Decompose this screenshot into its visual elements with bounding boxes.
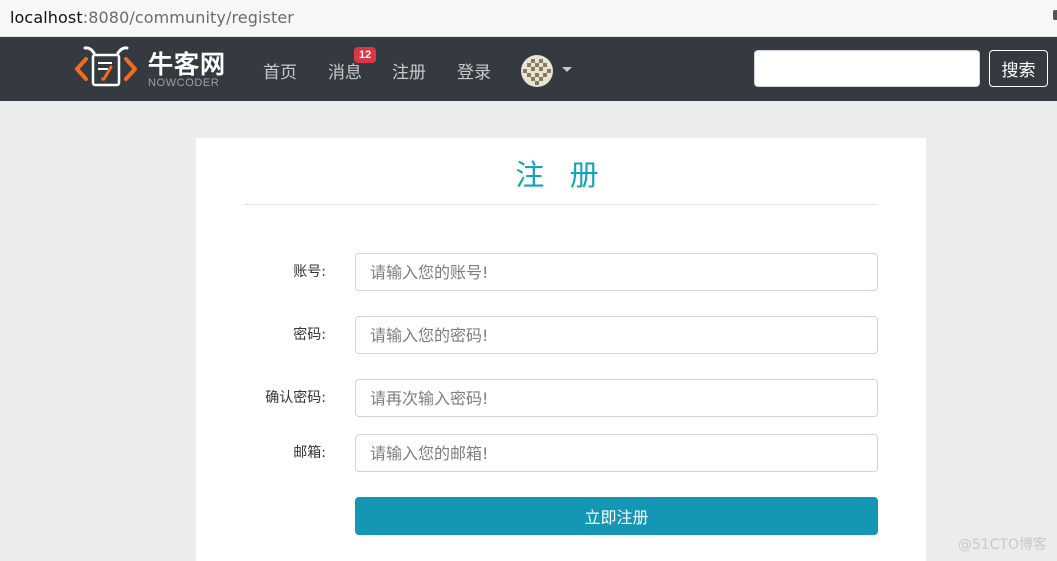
- user-avatar-icon[interactable]: [521, 55, 553, 87]
- nav-home-link[interactable]: 首页: [263, 58, 297, 83]
- browser-edge-icon: [1053, 10, 1057, 20]
- register-card: 注 册 账号: 密码: 确认密码: 邮箱: 立即注册: [196, 138, 926, 561]
- confirm-password-input[interactable]: [355, 379, 878, 417]
- nav-register-link[interactable]: 注册: [392, 58, 426, 83]
- logo-text-en: NOWCODER: [148, 77, 220, 89]
- search-button[interactable]: 搜索: [989, 50, 1048, 87]
- top-navbar: 牛客网 NOWCODER 首页 消息 12 注册 登录 搜索: [0, 37, 1057, 101]
- url-path: :8080/community/register: [82, 8, 294, 27]
- address-url[interactable]: localhost:8080/community/register: [10, 8, 294, 27]
- username-label: 账号:: [293, 264, 326, 280]
- password-input[interactable]: [355, 316, 878, 354]
- confirm-password-label: 确认密码:: [265, 390, 326, 406]
- dropdown-caret-icon[interactable]: [562, 67, 572, 72]
- title-divider: [244, 204, 878, 205]
- avatar-identicon: [521, 55, 553, 87]
- logo-code-icon: [75, 46, 137, 87]
- nav-login-link[interactable]: 登录: [457, 58, 491, 83]
- logo-text-cn: 牛客网: [148, 50, 227, 79]
- email-input[interactable]: [355, 434, 878, 472]
- register-submit-button[interactable]: 立即注册: [355, 497, 878, 535]
- email-label: 邮箱:: [293, 445, 326, 461]
- page-title: 注 册: [515, 158, 607, 192]
- url-host: localhost: [10, 8, 83, 27]
- watermark: @51CTO博客: [957, 537, 1047, 553]
- browser-address-bar[interactable]: localhost:8080/community/register: [0, 0, 1057, 37]
- message-count-badge: 12: [354, 47, 377, 63]
- search-input[interactable]: [754, 50, 980, 87]
- password-label: 密码:: [293, 327, 326, 343]
- username-input[interactable]: [355, 253, 878, 291]
- site-logo[interactable]: 牛客网 NOWCODER: [74, 45, 234, 93]
